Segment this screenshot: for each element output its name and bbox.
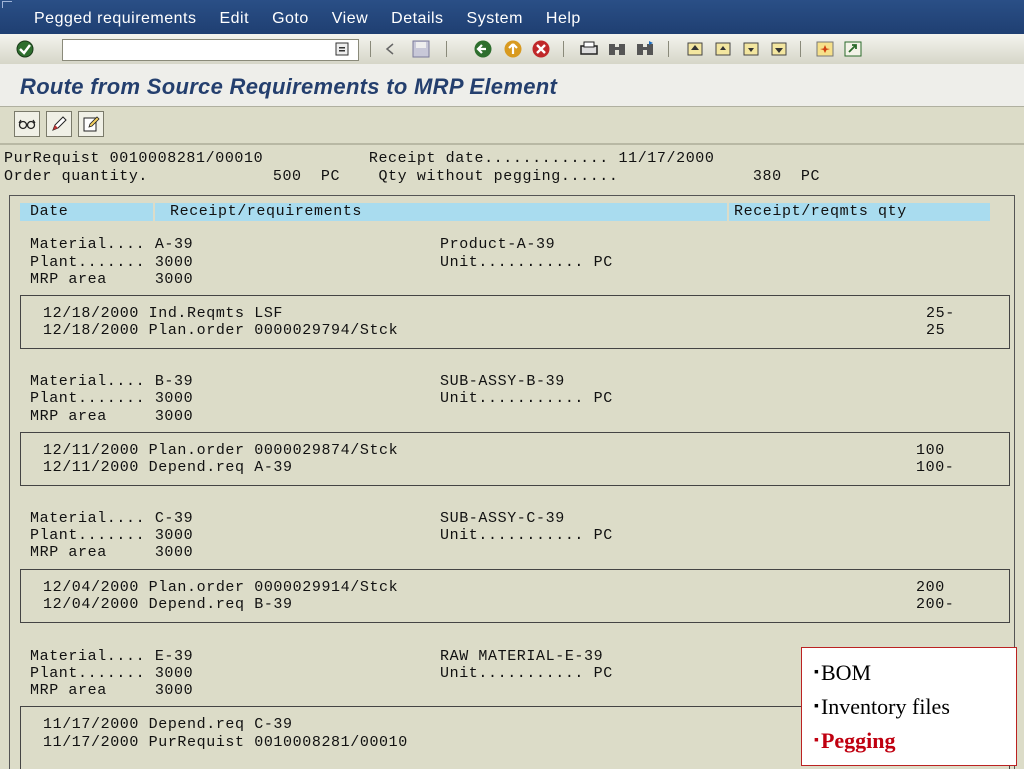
shortcut-icon[interactable]	[842, 38, 864, 60]
header-line-1: PurRequist 0010008281/00010 Receipt date…	[4, 150, 715, 167]
exit-icon[interactable]	[502, 38, 524, 60]
new-session-icon[interactable]	[814, 38, 836, 60]
mrp-element-box: 12/11/2000 Plan.order 0000029874/Stck 10…	[20, 432, 1010, 486]
application-toolbar	[0, 107, 1024, 145]
menu-help[interactable]: Help	[546, 10, 581, 28]
glasses-display-icon[interactable]	[14, 111, 40, 137]
find-icon[interactable]	[606, 38, 628, 60]
mrp-element-qty: 100-	[916, 459, 955, 476]
mrp-element-qty: 200	[916, 579, 945, 596]
mrp-area-line: MRP area 3000	[30, 544, 194, 561]
header-divider	[727, 203, 729, 221]
edit-document-icon[interactable]	[78, 111, 104, 137]
material-description: SUB-ASSY-C-39	[440, 510, 565, 527]
column-header-date[interactable]: Date	[30, 203, 68, 220]
column-header-receipt[interactable]: Receipt/requirements	[170, 203, 362, 220]
bullet-icon: ▪	[814, 665, 819, 680]
note-item-inventory: ▪Inventory files	[814, 694, 950, 720]
plant-line: Plant....... 3000	[30, 390, 194, 407]
command-history-icon[interactable]	[331, 38, 353, 60]
annotation-box: ▪BOM ▪Inventory files ▪Pegging	[801, 647, 1017, 766]
mrp-element-row[interactable]: 12/18/2000 Plan.order 0000029794/Stck	[43, 322, 398, 339]
menu-edit[interactable]: Edit	[219, 10, 249, 28]
menu-bar: Pegged requirements Edit Goto View Detai…	[0, 0, 1024, 34]
next-page-icon[interactable]	[740, 38, 762, 60]
menu-details[interactable]: Details	[391, 10, 443, 28]
material-line: Material.... C-39	[30, 510, 194, 527]
material-description: Product-A-39	[440, 236, 556, 253]
mrp-element-qty: 100	[916, 442, 945, 459]
mrp-element-row[interactable]: 12/04/2000 Depend.req B-39	[43, 596, 293, 613]
material-line: Material.... E-39	[30, 648, 194, 665]
note-text: Pegging	[820, 728, 896, 753]
separator	[800, 41, 801, 57]
mrp-element-row[interactable]: 12/18/2000 Ind.Reqmts LSF	[43, 305, 283, 322]
mrp-element-box: 12/18/2000 Ind.Reqmts LSF 25- 12/18/2000…	[20, 295, 1010, 349]
mrp-element-qty: 25	[926, 322, 946, 339]
mrp-element-row[interactable]: 12/11/2000 Plan.order 0000029874/Stck	[43, 442, 398, 459]
pencil-change-icon[interactable]	[46, 111, 72, 137]
separator	[668, 41, 669, 57]
standard-toolbar	[0, 34, 1024, 65]
note-item-bom: ▪BOM	[814, 660, 871, 686]
cancel-icon[interactable]	[530, 38, 552, 60]
first-page-icon[interactable]	[684, 38, 706, 60]
material-line: Material.... A-39	[30, 236, 194, 253]
menu-goto[interactable]: Goto	[272, 10, 309, 28]
mrp-element-row[interactable]: 12/11/2000 Depend.req A-39	[43, 459, 293, 476]
note-text: BOM	[820, 660, 872, 685]
mrp-element-qty: 25-	[926, 305, 955, 322]
last-page-icon[interactable]	[768, 38, 790, 60]
save-icon[interactable]	[410, 38, 432, 60]
previous-page-icon[interactable]	[712, 38, 734, 60]
plant-line: Plant....... 3000	[30, 665, 194, 682]
column-header-row: Date Receipt/requirements Receipt/reqmts…	[20, 203, 990, 221]
unit-line: Unit........... PC	[440, 254, 613, 271]
mrp-area-line: MRP area 3000	[30, 408, 194, 425]
back-icon[interactable]	[472, 38, 494, 60]
separator	[370, 41, 371, 57]
plant-line: Plant....... 3000	[30, 254, 194, 271]
mrp-element-qty: 200-	[916, 596, 955, 613]
page-title: Route from Source Requirements to MRP El…	[20, 74, 558, 99]
menu-system[interactable]: System	[467, 10, 523, 28]
enter-check-icon[interactable]	[14, 38, 36, 60]
bullet-icon: ▪	[814, 699, 819, 714]
mrp-element-row[interactable]: 11/17/2000 PurRequist 0010008281/00010	[43, 734, 408, 751]
note-text: Inventory files	[820, 694, 950, 719]
column-header-qty[interactable]: Receipt/reqmts qty	[734, 203, 907, 220]
back-arrow-icon[interactable]	[379, 38, 401, 60]
title-bar: Route from Source Requirements to MRP El…	[0, 64, 1024, 107]
unit-line: Unit........... PC	[440, 390, 613, 407]
mrp-element-row[interactable]: 11/17/2000 Depend.req C-39	[43, 716, 293, 733]
print-icon[interactable]	[578, 38, 600, 60]
note-item-pegging: ▪Pegging	[814, 728, 896, 754]
system-menu-icon[interactable]	[2, 1, 12, 8]
material-description: RAW MATERIAL-E-39	[440, 648, 604, 665]
menu-view[interactable]: View	[332, 10, 368, 28]
material-description: SUB-ASSY-B-39	[440, 373, 565, 390]
mrp-element-box: 12/04/2000 Plan.order 0000029914/Stck 20…	[20, 569, 1010, 623]
unit-line: Unit........... PC	[440, 527, 613, 544]
mrp-area-line: MRP area 3000	[30, 682, 194, 699]
plant-line: Plant....... 3000	[30, 527, 194, 544]
unit-line: Unit........... PC	[440, 665, 613, 682]
command-field[interactable]	[62, 39, 359, 61]
header-line-2: Order quantity. 500 PC Qty without peggi…	[4, 168, 821, 185]
material-line: Material.... B-39	[30, 373, 194, 390]
find-next-icon[interactable]	[634, 38, 656, 60]
header-divider	[153, 203, 155, 221]
menu-pegged-requirements[interactable]: Pegged requirements	[34, 10, 196, 28]
command-input[interactable]	[63, 40, 341, 59]
mrp-area-line: MRP area 3000	[30, 271, 194, 288]
mrp-element-row[interactable]: 12/04/2000 Plan.order 0000029914/Stck	[43, 579, 398, 596]
bullet-icon: ▪	[814, 733, 819, 748]
separator	[563, 41, 564, 57]
separator	[446, 41, 447, 57]
